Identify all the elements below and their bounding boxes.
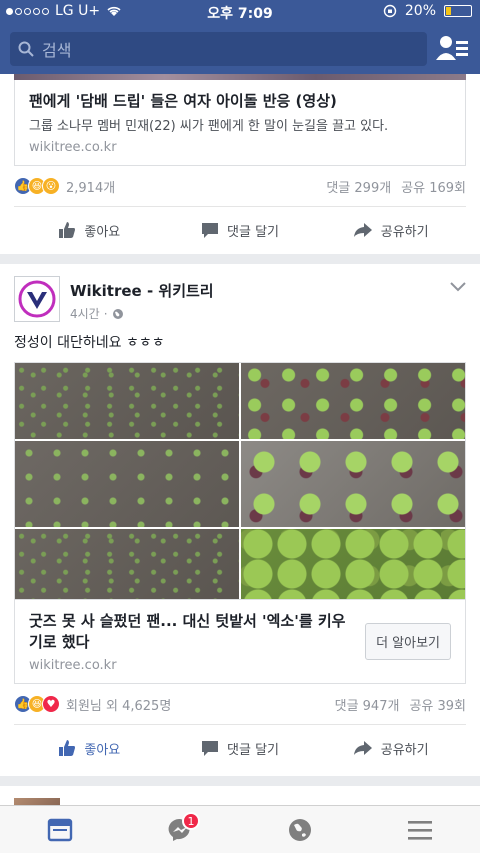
photo[interactable] [15, 529, 239, 599]
photo[interactable] [15, 363, 239, 439]
link-description: 그룹 소나무 멤버 민재(22) 씨가 팬에게 한 말이 눈길을 끌고 있다. [29, 119, 389, 134]
reaction-count: 2,914개 [66, 180, 116, 196]
comment-label: 댓글 달기 [227, 224, 279, 240]
link-preview[interactable]: 팬에게 '담배 드립' 들은 여자 아이돌 반응 (영상) 그룹 소나무 멤버 … [14, 80, 466, 166]
share-arrow-icon [353, 223, 372, 237]
share-button[interactable]: 공유하기 [315, 739, 466, 758]
wikitree-logo-icon [18, 280, 56, 318]
reaction-summary[interactable]: 👍 😆 ♥ 회원님 외 4,625명 댓글 947개 공유 39회 [0, 684, 480, 724]
chevron-down-icon[interactable] [450, 282, 466, 292]
comment-count[interactable]: 댓글 299개 [326, 177, 391, 196]
share-arrow-icon [353, 741, 372, 755]
post-card [0, 786, 480, 805]
messenger-badge: 1 [182, 812, 200, 830]
comment-button[interactable]: 댓글 달기 [165, 221, 316, 240]
photo[interactable] [15, 441, 239, 527]
comment-icon [202, 741, 219, 756]
globe-icon [289, 818, 311, 841]
post-actions: 좋아요 댓글 달기 공유하기 [0, 207, 480, 253]
like-button[interactable]: 좋아요 [14, 739, 165, 758]
link-preview[interactable]: 굿즈 못 사 슬펐던 팬... 대신 텃밭서 '엑소'를 키우기로 했다 wik… [14, 600, 466, 684]
share-button[interactable]: 공유하기 [315, 221, 466, 240]
hamburger-menu-icon [408, 820, 432, 840]
page-avatar[interactable] [14, 276, 60, 322]
bottom-tab-bar: 1 [0, 805, 480, 853]
like-label: 좋아요 [84, 224, 121, 240]
comment-button[interactable]: 댓글 달기 [165, 739, 316, 758]
photo[interactable] [241, 363, 465, 439]
share-label: 공유하기 [380, 742, 429, 758]
thumbs-up-icon [59, 222, 76, 238]
news-feed[interactable]: 팬에게 '담배 드립' 들은 여자 아이돌 반응 (영상) 그룹 소나무 멤버 … [0, 74, 480, 805]
post-time[interactable]: 4시간 [70, 305, 100, 322]
share-count[interactable]: 공유 169회 [401, 177, 466, 196]
share-count[interactable]: 공유 39회 [409, 695, 466, 714]
page-avatar[interactable] [14, 798, 60, 805]
share-label: 공유하기 [380, 224, 429, 240]
link-title: 굿즈 못 사 슬펐던 팬... 대신 텃밭서 '엑소'를 키우기로 했다 [29, 612, 346, 651]
post-actions: 좋아요 댓글 달기 공유하기 [0, 725, 480, 771]
news-feed-icon [47, 818, 73, 841]
battery-percent: 20% [404, 3, 436, 19]
globe-icon [112, 308, 123, 319]
tab-notifications[interactable] [240, 806, 360, 853]
reaction-text: 회원님 외 4,625명 [66, 698, 172, 714]
page-name[interactable]: Wikitree - 위키트리 [70, 280, 214, 301]
status-bar: LG U+ 오후 7:09 20% [0, 0, 480, 24]
like-label: 좋아요 [84, 742, 121, 758]
reaction-summary[interactable]: 👍 😆 😮 2,914개 댓글 299개 공유 169회 [0, 166, 480, 206]
link-domain: wikitree.co.kr [29, 658, 117, 673]
learn-more-button[interactable]: 더 알아보기 [365, 623, 451, 660]
tab-news-feed[interactable] [0, 806, 120, 853]
post-card: Wikitree - 위키트리 4시간 · 정성이 대단하네요 ㅎㅎㅎ 굿즈 못… [0, 264, 480, 776]
like-button[interactable]: 좋아요 [14, 221, 165, 240]
thumbs-up-icon [59, 740, 76, 756]
wow-reaction-icon: 😮 [42, 177, 60, 195]
link-domain: wikitree.co.kr [29, 140, 117, 155]
search-icon [18, 41, 34, 57]
photo[interactable] [241, 529, 465, 599]
battery-icon [444, 5, 472, 17]
search-placeholder: 검색 [42, 41, 72, 60]
tab-menu[interactable] [360, 806, 480, 853]
tab-messenger[interactable]: 1 [120, 806, 240, 853]
orientation-lock-icon [383, 4, 397, 18]
love-reaction-icon: ♥ [42, 695, 60, 713]
photo[interactable] [241, 441, 465, 527]
friend-requests-icon[interactable] [436, 34, 468, 64]
search-input[interactable]: 검색 [10, 32, 427, 66]
post-card: 팬에게 '담배 드립' 들은 여자 아이돌 반응 (영상) 그룹 소나무 멤버 … [0, 74, 480, 254]
photo-grid[interactable] [14, 362, 466, 600]
separator-dot: · [103, 306, 108, 321]
top-nav: 검색 [0, 24, 480, 74]
comment-count[interactable]: 댓글 947개 [335, 695, 400, 714]
comment-icon [202, 223, 219, 238]
comment-label: 댓글 달기 [227, 742, 279, 758]
link-title: 팬에게 '담배 드립' 들은 여자 아이돌 반응 (영상) [29, 92, 337, 110]
post-text: 정성이 대단하네요 ㅎㅎㅎ [14, 335, 165, 351]
